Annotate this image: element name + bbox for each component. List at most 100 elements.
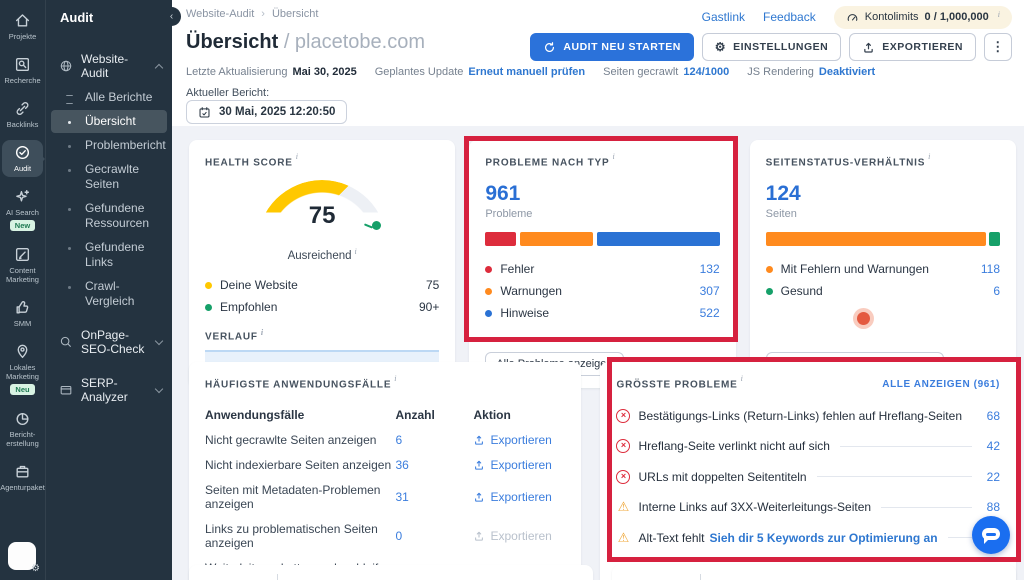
export-link[interactable]: Exportieren — [473, 490, 565, 504]
health-status: Ausreichend — [205, 247, 439, 262]
info-icon[interactable] — [352, 250, 357, 262]
collapse-sidebar-button[interactable]: ‹ — [162, 7, 181, 26]
rail-item-berichterstellung[interactable]: Bericht- erstellung — [2, 406, 43, 452]
issues-stacked-bar — [485, 232, 719, 246]
scheduled-update-link[interactable]: Erneut manuell prüfen — [468, 66, 585, 78]
info-icon[interactable] — [293, 152, 298, 169]
orange-dot — [485, 288, 492, 295]
notices-count-link[interactable]: 522 — [700, 306, 720, 320]
info-icon[interactable] — [738, 374, 743, 391]
export-link[interactable]: Exportieren — [473, 458, 565, 472]
info-icon[interactable] — [610, 152, 615, 169]
green-dot — [766, 288, 773, 295]
notices-segment[interactable] — [597, 232, 720, 246]
with-issues-count-link[interactable]: 118 — [981, 262, 1000, 276]
issue-row: ⚠ Interne Links auf 3XX-Weiterleitungs-S… — [616, 500, 1000, 514]
issue-count-link[interactable]: 68 — [982, 409, 1000, 423]
report-date-picker[interactable]: 30 Mai, 2025 12:20:50 — [186, 100, 347, 124]
rail-item-lokales-marketing[interactable]: Lokales Marketing Neu — [2, 339, 43, 399]
total-pages-value[interactable]: 124 — [766, 182, 1000, 206]
js-rendering-link[interactable]: Deaktiviert — [819, 66, 875, 78]
subnav-group-website-audit[interactable]: Website-Audit — [46, 47, 172, 86]
count-link[interactable]: 0 — [395, 529, 473, 543]
count-link[interactable]: 31 — [395, 490, 473, 504]
health-score-label: HEALTH SCORE — [205, 157, 293, 168]
chevron-down-icon — [155, 337, 163, 345]
subnav-group-onpage-seo-check[interactable]: OnPage-SEO-Check — [46, 323, 172, 362]
table-row: Nicht indexierbare Seiten anzeigen 36 Ex… — [205, 452, 565, 477]
refresh-icon — [543, 41, 556, 54]
info-icon[interactable] — [925, 152, 930, 169]
warnings-count-link[interactable]: 307 — [700, 284, 720, 298]
issues-legend: Fehler 132 Warnungen 307 Hinweise 522 — [485, 258, 719, 324]
rail-item-ai-search[interactable]: AI Search New — [2, 184, 43, 235]
errors-segment[interactable] — [485, 232, 516, 246]
issue-link[interactable]: Hreflang-Seite verlinkt nicht auf sich — [638, 439, 829, 453]
healthy-count-link[interactable]: 6 — [993, 284, 1000, 298]
rail-item-recherche[interactable]: Recherche — [2, 52, 43, 89]
breadcrumb: Website-Audit›Übersicht — [186, 8, 318, 20]
neu-badge: Neu — [10, 384, 34, 395]
subnav-item-problembericht[interactable]: Problembericht — [51, 134, 167, 157]
issue-count-link[interactable]: 88 — [982, 500, 1000, 514]
export-button[interactable]: EXPORTIEREN — [849, 33, 976, 61]
legend-row-recommended: Empfohlen 90+ — [205, 296, 439, 318]
issue-count-link[interactable]: 22 — [982, 470, 1000, 484]
kontolimits-pill[interactable]: Kontolimits 0 / 1,000,000 — [834, 6, 1012, 29]
rail-item-backlinks[interactable]: Backlinks — [2, 96, 43, 133]
subnav-group-serp-analyzer[interactable]: SERP-Analyzer — [46, 371, 172, 410]
calendar-icon — [198, 106, 211, 119]
more-actions-button[interactable]: ⋮ — [984, 33, 1012, 61]
page-status-bar — [766, 232, 1000, 246]
rail-item-agenturpaket[interactable]: Agenturpaket — [2, 459, 43, 496]
rail-item-smm[interactable]: SMM — [2, 295, 43, 332]
feedback-link[interactable]: Feedback — [763, 10, 816, 24]
dashboard-content: HEALTH SCORE 75 Ausreichend Deine Websit… — [172, 126, 1024, 580]
warning-icon: ⚠ — [616, 531, 630, 545]
subnav-item-crawl-vergleich[interactable]: Crawl-Vergleich — [51, 275, 167, 313]
rail-item-content-marketing[interactable]: Content Marketing — [2, 242, 43, 288]
healthy-pages-segment[interactable] — [989, 232, 1000, 246]
subnav-item-gecrawlte-seiten[interactable]: Gecrawlte Seiten — [51, 158, 167, 196]
restart-audit-button[interactable]: AUDIT NEU STARTEN — [530, 33, 693, 61]
show-all-issues-link[interactable]: ALLE ANZEIGEN (961) — [882, 379, 1000, 390]
breadcrumb-uebersicht[interactable]: Übersicht — [272, 8, 318, 20]
issue-link[interactable]: URLs mit doppelten Seitentiteln — [638, 470, 806, 484]
info-icon[interactable] — [391, 374, 396, 391]
gastlink-link[interactable]: Gastlink — [702, 10, 745, 24]
count-link[interactable]: 6 — [395, 433, 473, 447]
export-link[interactable]: Exportieren — [473, 433, 565, 447]
pages-with-issues-segment[interactable] — [766, 232, 986, 246]
breadcrumb-website-audit[interactable]: Website-Audit — [186, 8, 254, 20]
info-icon[interactable] — [995, 10, 1000, 25]
issue-count-link[interactable]: 42 — [982, 439, 1000, 453]
total-issues-value[interactable]: 961 — [485, 182, 719, 206]
subnav-item-gefundene-ressourcen[interactable]: Gefundene Ressourcen — [51, 197, 167, 235]
issue-row: ⚠ Alt-Text fehlt Sieh dir 5 Keywords zur… — [616, 531, 1000, 545]
main-nav-rail: Projekte Recherche Backlinks Audit AI Se… — [0, 0, 45, 580]
subnav-item-gefundene-links[interactable]: Gefundene Links — [51, 236, 167, 274]
count-link[interactable]: 36 — [395, 458, 473, 472]
page-status-label: SEITENSTATUS-VERHÄLTNIS — [766, 157, 926, 168]
gear-icon: ⚙ — [715, 40, 726, 54]
chat-button[interactable] — [972, 516, 1010, 554]
subnav-item-uebersicht[interactable]: Übersicht — [51, 110, 167, 133]
subnav-item-alle-berichte[interactable]: Alle Berichte — [51, 86, 167, 109]
serp-icon — [59, 383, 73, 397]
rail-item-audit[interactable]: Audit — [2, 140, 43, 177]
keywords-optimization-link[interactable]: Sieh dir 5 Keywords zur Optimierung an — [710, 531, 938, 545]
page-header: Website-Audit›Übersicht Gastlink Feedbac… — [172, 0, 1024, 126]
issue-link[interactable]: Alt-Text fehlt — [638, 531, 704, 545]
issue-link[interactable]: Interne Links auf 3XX-Weiterleitungs-Sei… — [638, 500, 871, 514]
errors-count-link[interactable]: 132 — [700, 262, 720, 276]
info-icon[interactable] — [258, 331, 264, 342]
issue-link[interactable]: Bestätigungs-Links (Return-Links) fehlen… — [638, 409, 962, 423]
top-issues-card: GRÖSSTE PROBLEME ALLE ANZEIGEN (961) × B… — [600, 362, 1016, 580]
user-avatar[interactable]: ⚙ — [8, 542, 36, 570]
rail-item-projekte[interactable]: Projekte — [2, 8, 43, 45]
warnings-segment[interactable] — [520, 232, 592, 246]
settings-button[interactable]: ⚙ EINSTELLUNGEN — [702, 33, 841, 61]
page-title: Übersicht / placetobe.com — [186, 31, 425, 54]
pages-crawled-link[interactable]: 124/1000 — [683, 66, 729, 78]
website-audit-app: Projekte Recherche Backlinks Audit AI Se… — [0, 0, 1024, 580]
